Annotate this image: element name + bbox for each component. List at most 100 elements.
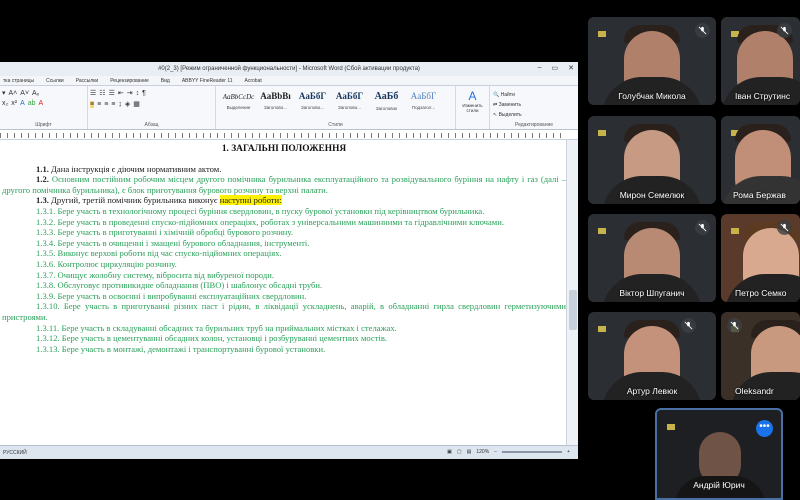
participant-tile[interactable]: Іван Струтинс: [721, 17, 800, 105]
flag-image: [598, 130, 606, 136]
tab-references[interactable]: Ссылки: [46, 78, 64, 84]
flag-image: [667, 424, 675, 430]
bullets-icon[interactable]: ☰: [90, 89, 96, 97]
shrink-font-icon[interactable]: A˅: [20, 90, 29, 97]
pilcrow-icon[interactable]: ¶: [142, 90, 146, 97]
change-styles-button[interactable]: A Изменить стили: [456, 86, 490, 129]
select-button[interactable]: ↖ Выделить: [493, 110, 575, 120]
more-options-icon[interactable]: •••: [756, 420, 773, 437]
style-item[interactable]: AaBbВı Заголово...: [257, 91, 294, 110]
tab-acrobat[interactable]: Acrobat: [245, 78, 262, 84]
zoom-slider[interactable]: [502, 451, 563, 453]
list-item: 1.3.8. Обслуговує противикидне обладнанн…: [36, 280, 323, 291]
tab-abbyy[interactable]: ABBYY FineReader 11: [182, 78, 233, 84]
sort-icon[interactable]: ↕: [136, 90, 140, 97]
align-center-icon[interactable]: ≡: [97, 101, 101, 108]
tab-mailings[interactable]: Рассылки: [76, 78, 98, 84]
styles-group: AaBbCcDc Выделение AaBbВı Заголово... AaБбГ З…: [216, 86, 456, 129]
participant-tile[interactable]: Голубчак Микола: [588, 17, 716, 105]
style-name: Выделение: [226, 105, 251, 110]
highlight-icon[interactable]: ab: [28, 100, 36, 107]
increase-indent-icon[interactable]: ⇥: [127, 89, 133, 97]
style-sample: AaБб: [374, 91, 399, 102]
align-left-icon[interactable]: ≡: [90, 100, 95, 108]
style-item[interactable]: AaБб Заголовок: [368, 91, 405, 111]
minimize-icon[interactable]: –: [538, 64, 542, 72]
tab-review[interactable]: Рецензирование: [110, 78, 149, 84]
highlighted-text: наступні роботи:: [219, 195, 282, 206]
participant-tile-active[interactable]: ••• Андрій Юрич: [655, 408, 783, 500]
close-icon[interactable]: ✕: [568, 64, 574, 72]
superscript-icon[interactable]: x²: [11, 100, 17, 107]
justify-icon[interactable]: ≡: [111, 101, 115, 108]
horizontal-ruler[interactable]: [0, 130, 578, 140]
list-item: 1.3.5. Виконує верхові роботи під час сп…: [36, 248, 282, 259]
zoom-level[interactable]: 120%: [476, 449, 489, 455]
numbering-icon[interactable]: ☷: [99, 89, 105, 97]
paragraph-number: 1.2.: [36, 174, 49, 185]
paragraph-3: 1.3. Другий, третій помічник бурильника …: [2, 195, 566, 206]
style-item[interactable]: AaBbCcDc Выделение: [220, 93, 257, 110]
line-spacing-icon[interactable]: ↨: [118, 101, 122, 108]
window-controls: – ▭ ✕: [538, 64, 574, 72]
view-print-layout-icon[interactable]: ▣: [447, 449, 452, 455]
participant-tile[interactable]: Рома Бержав: [721, 116, 800, 204]
view-fullscreen-icon[interactable]: ▢: [457, 449, 462, 455]
tab-view[interactable]: Вид: [161, 78, 170, 84]
font-size-dropdown[interactable]: ▾: [2, 89, 6, 97]
multilevel-icon[interactable]: ☰: [109, 89, 115, 97]
shading-icon[interactable]: ◈: [125, 100, 130, 108]
list-item: 1.3.10. Бере участь в приготуванні різни…: [2, 301, 566, 322]
participant-tile[interactable]: Артур Левюк: [588, 312, 716, 400]
participant-tile[interactable]: Мирон Семелюк: [588, 116, 716, 204]
participant-tile[interactable]: Петро Семко: [721, 214, 800, 302]
flag-image: [598, 228, 606, 234]
subscript-icon[interactable]: x₂: [2, 100, 8, 107]
participant-tile[interactable]: Віктор Шпуганич: [588, 214, 716, 302]
text-effect-icon[interactable]: A: [20, 100, 25, 107]
list-item: 1.3.6. Контролює циркуляцію розчину.: [36, 258, 177, 269]
document-body: 1. ЗАГАЛЬНІ ПОЛОЖЕННЯ 1.1. Дана інструкц…: [0, 140, 566, 354]
style-item[interactable]: AaБбГ Подзагол...: [405, 91, 442, 110]
vertical-scrollbar[interactable]: [566, 140, 578, 445]
document-page[interactable]: 1. ЗАГАЛЬНІ ПОЛОЖЕННЯ 1.1. Дана інструкц…: [0, 140, 566, 445]
maximize-icon[interactable]: ▭: [552, 64, 559, 72]
mic-off-icon: [777, 23, 792, 38]
document-title: 1. ЗАГАЛЬНІ ПОЛОЖЕННЯ: [221, 144, 347, 154]
zoom-in-icon[interactable]: +: [567, 449, 570, 455]
status-bar: РУССКИЙ ▣ ▢ ▤ 120% − +: [0, 445, 578, 459]
style-item[interactable]: AaБбГ Заголово...: [294, 91, 331, 110]
find-label: Найти: [500, 92, 515, 98]
zoom-out-icon[interactable]: −: [494, 449, 497, 455]
language-indicator[interactable]: РУССКИЙ: [3, 450, 27, 456]
paragraph-text: Дана інструкція є діючим нормативним акт…: [48, 163, 222, 174]
grow-font-icon[interactable]: A˄: [9, 90, 18, 97]
style-item[interactable]: AaБбГ Заголово...: [331, 91, 368, 110]
change-styles-label: Изменить стили: [462, 103, 483, 113]
participant-tile[interactable]: Oleksandr: [721, 312, 800, 400]
tab-page-layout[interactable]: тка страницы: [3, 78, 34, 84]
font-color-icon[interactable]: A: [39, 100, 44, 107]
participant-name: Мирон Семелюк: [619, 190, 685, 200]
mic-off-icon: [695, 23, 710, 38]
clear-format-icon[interactable]: Aₓ: [32, 90, 39, 97]
style-name: Заголово...: [301, 105, 324, 110]
font-group-label: Шрифт: [35, 122, 52, 128]
style-name: Заголово...: [338, 105, 361, 110]
find-button[interactable]: 🔍 Найти: [493, 90, 575, 100]
borders-icon[interactable]: ▦: [133, 100, 140, 108]
paragraph-number: 1.3.: [36, 195, 49, 206]
editing-group: 🔍 Найти ⇄ Заменить ↖ Выделить Редактиров…: [490, 86, 578, 129]
style-sample: AaБбГ: [410, 91, 437, 101]
font-group: ▾ A˄ A˅ Aₓ x₂ x² A ab A Шрифт: [0, 86, 88, 129]
window-title: #0(2_3) [Режим ограниченной функциональн…: [158, 66, 420, 72]
flag-image: [731, 228, 739, 234]
paragraph-2: 1.2. Основним постійним робочим місцем д…: [2, 174, 566, 195]
replace-label: Заменить: [498, 102, 522, 108]
align-right-icon[interactable]: ≡: [104, 101, 108, 108]
scrollbar-thumb[interactable]: [569, 290, 577, 330]
decrease-indent-icon[interactable]: ⇤: [118, 89, 124, 97]
paragraph-text: Основним постійним робочим місцем другог…: [2, 174, 566, 195]
view-web-icon[interactable]: ▤: [467, 449, 472, 455]
replace-button[interactable]: ⇄ Заменить: [493, 100, 575, 110]
